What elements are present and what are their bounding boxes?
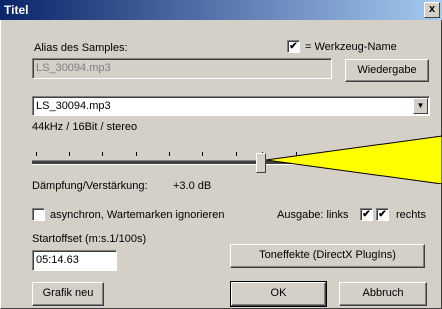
start-offset-input[interactable]: 05:14.63 bbox=[32, 250, 117, 271]
close-button[interactable]: x bbox=[424, 2, 440, 18]
effects-button[interactable]: Toneffekte (DirectX PlugIns) bbox=[230, 244, 425, 268]
tool-name-label: = Werkzeug-Name bbox=[305, 41, 397, 53]
gain-curve-shape bbox=[266, 135, 442, 184]
format-label: 44kHz / 16Bit / stereo bbox=[32, 121, 138, 133]
right-channel-checkbox[interactable]: ✔ bbox=[376, 208, 389, 221]
title-bar: Titel x bbox=[0, 0, 442, 20]
right-channel-label: rechts bbox=[396, 209, 426, 221]
gain-slider-thumb[interactable] bbox=[256, 153, 266, 173]
async-label: asynchron, Wartemarken ignorieren bbox=[50, 209, 225, 221]
gain-value: +3.0 dB bbox=[173, 180, 212, 192]
output-label: Ausgabe: links bbox=[277, 209, 349, 221]
ok-button[interactable]: OK bbox=[230, 281, 327, 307]
play-button[interactable]: Wiedergabe bbox=[345, 59, 429, 82]
file-dropdown-value: LS_30094.mp3 bbox=[36, 100, 111, 112]
chevron-down-icon[interactable]: ▼ bbox=[413, 98, 428, 114]
alias-input[interactable]: LS_30094.mp3 bbox=[32, 58, 332, 79]
tool-name-checkbox[interactable]: ✔ bbox=[287, 40, 300, 53]
start-offset-value: 05:14.63 bbox=[36, 254, 79, 266]
file-dropdown[interactable]: LS_30094.mp3 ▼ bbox=[32, 96, 430, 116]
start-offset-label: Startoffset (m:s.1/100s) bbox=[32, 233, 147, 245]
cancel-button[interactable]: Abbruch bbox=[339, 282, 427, 306]
alias-label: Alias des Samples: bbox=[34, 42, 128, 54]
async-checkbox[interactable] bbox=[32, 208, 45, 221]
left-channel-checkbox[interactable]: ✔ bbox=[360, 208, 373, 221]
gain-curve bbox=[266, 135, 442, 184]
gain-label: Dämpfung/Verstärkung: bbox=[32, 180, 148, 192]
alias-input-value: LS_30094.mp3 bbox=[36, 62, 111, 74]
graphic-new-button[interactable]: Grafik neu bbox=[32, 282, 104, 306]
window-title: Titel bbox=[4, 3, 29, 17]
